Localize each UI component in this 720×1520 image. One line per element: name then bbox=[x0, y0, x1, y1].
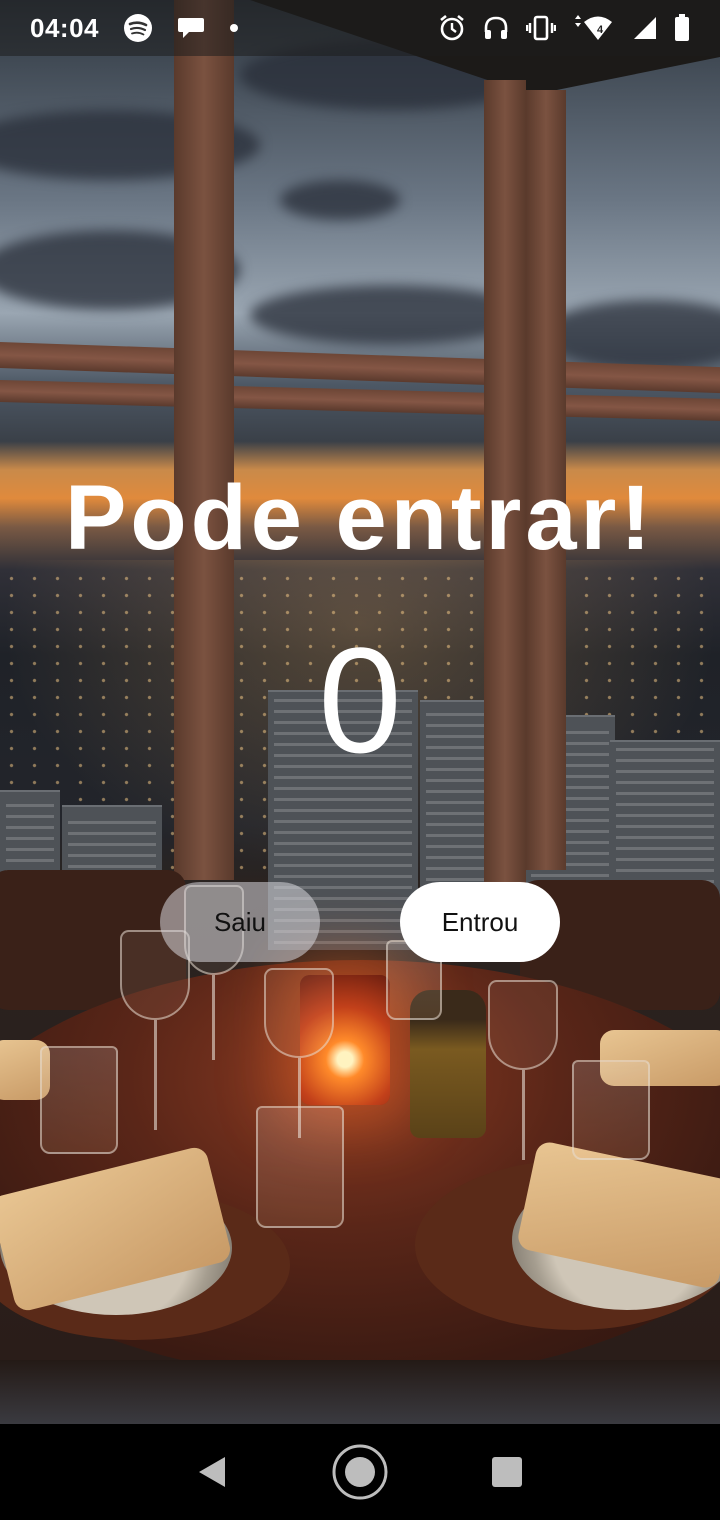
cell-signal-icon bbox=[632, 15, 658, 41]
spotify-icon bbox=[123, 13, 153, 43]
status-bar: 04:04 4 bbox=[0, 0, 720, 56]
vibrate-icon bbox=[526, 14, 556, 42]
saiu-button[interactable]: Saiu bbox=[160, 882, 320, 962]
headphones-icon bbox=[482, 14, 510, 42]
recents-icon bbox=[491, 1456, 523, 1488]
recents-button[interactable] bbox=[467, 1432, 547, 1512]
status-time: 04:04 bbox=[30, 12, 99, 43]
entrou-button[interactable]: Entrou bbox=[400, 882, 560, 962]
network-badge: 4 bbox=[597, 24, 604, 36]
chat-bubble-icon bbox=[177, 15, 205, 41]
back-icon bbox=[197, 1455, 229, 1489]
notification-dot-icon bbox=[229, 23, 239, 33]
alarm-icon bbox=[438, 14, 466, 42]
home-button[interactable] bbox=[320, 1432, 400, 1512]
back-button[interactable] bbox=[173, 1432, 253, 1512]
page-title: Pode entrar! bbox=[65, 467, 655, 569]
navigation-bar bbox=[0, 1424, 720, 1520]
battery-icon bbox=[674, 14, 690, 42]
wifi-icon: 4 bbox=[572, 14, 616, 42]
people-counter: 0 bbox=[318, 616, 402, 784]
home-icon bbox=[331, 1443, 389, 1501]
